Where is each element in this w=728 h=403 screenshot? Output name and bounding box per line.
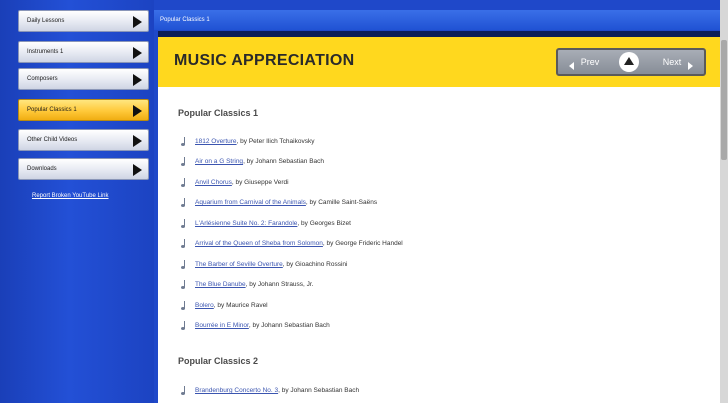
song-link[interactable]: 1812 Overture: [195, 138, 237, 145]
music-note-icon: [181, 157, 189, 166]
music-note-icon: [181, 137, 189, 146]
play-arrow-icon: [133, 74, 142, 86]
list-item: Air on a G String, by Johann Sebastian B…: [181, 157, 324, 166]
list-item: The Barber of Seville Overture, by Gioac…: [181, 260, 347, 269]
list-item: Aquarium from Carnival of the Animals, b…: [181, 198, 377, 207]
music-note-icon: [181, 219, 189, 228]
play-arrow-icon: [133, 16, 142, 28]
list-item: L'Arlésienne Suite No. 2: Farandole, by …: [181, 219, 351, 228]
sidebar-button-daily-lessons[interactable]: Daily Lessons: [18, 10, 149, 32]
scrollbar-thumb[interactable]: [721, 40, 727, 160]
music-note-icon: [181, 260, 189, 269]
song-link[interactable]: Aquarium from Carnival of the Animals: [195, 199, 306, 206]
music-note-icon: [181, 386, 189, 395]
song-composer: , by Maurice Ravel: [213, 302, 268, 310]
song-link[interactable]: L'Arlésienne Suite No. 2: Farandole: [195, 220, 297, 227]
list-item: Arrival of the Queen of Sheba from Solom…: [181, 239, 403, 248]
sidebar-button-label: Downloads: [27, 166, 57, 172]
music-note-icon: [181, 280, 189, 289]
music-note-icon: [181, 239, 189, 248]
play-arrow-icon: [133, 47, 142, 59]
song-composer: , by Johann Sebastian Bach: [278, 387, 360, 395]
content-area: MUSIC APPRECIATION Prev Next Popular Cla…: [158, 37, 720, 403]
song-link[interactable]: The Barber of Seville Overture: [195, 261, 283, 268]
song-link[interactable]: Bolero: [195, 302, 214, 309]
window-title-bar: Popular Classics 1: [154, 10, 720, 30]
song-composer: , by Peter Ilich Tchaikovsky: [236, 138, 315, 146]
sidebar-button-downloads[interactable]: Downloads: [18, 158, 149, 180]
song-composer: , by Johann Sebastian Bach: [248, 322, 330, 330]
sidebar-button-label: Popular Classics 1: [27, 107, 77, 113]
sidebar-button-popular-classics[interactable]: Popular Classics 1: [18, 99, 149, 121]
song-composer: , by Johann Sebastian Bach: [243, 158, 325, 166]
song-composer: , by Johann Strauss, Jr.: [245, 281, 314, 289]
header-banner: MUSIC APPRECIATION Prev Next: [158, 37, 720, 87]
sidebar-button-label: Composers: [27, 76, 58, 82]
list-item: Anvil Chorus, by Giuseppe Verdi: [181, 178, 289, 187]
song-composer: , by George Frideric Handel: [322, 240, 403, 248]
sidebar-button-instruments[interactable]: Instruments 1: [18, 41, 149, 63]
song-composer: , by Georges Bizet: [297, 220, 351, 228]
report-broken-link[interactable]: Report Broken YouTube Link: [32, 193, 109, 199]
window-title: Popular Classics 1: [160, 17, 210, 23]
music-note-icon: [181, 178, 189, 187]
song-link[interactable]: The Blue Danube: [195, 281, 246, 288]
sidebar: Daily Lessons Instruments 1 Composers Po…: [0, 0, 154, 403]
song-composer: , by Camille Saint-Saëns: [305, 199, 378, 207]
arrow-right-icon: [688, 62, 693, 70]
prev-button[interactable]: Prev: [562, 53, 618, 71]
sidebar-button-label: Instruments 1: [27, 49, 64, 55]
music-note-icon: [181, 301, 189, 310]
song-link[interactable]: Air on a G String: [195, 158, 243, 165]
section-title: Popular Classics 2: [178, 356, 259, 366]
pager: Prev Next: [556, 48, 706, 76]
sidebar-button-label: Daily Lessons: [27, 18, 65, 24]
song-link[interactable]: Bourrée in E Minor: [195, 322, 249, 329]
play-arrow-icon: [133, 164, 142, 176]
section-title: Popular Classics 1: [178, 108, 259, 118]
song-link[interactable]: Arrival of the Queen of Sheba from Solom…: [195, 240, 323, 247]
list-item: The Blue Danube, by Johann Strauss, Jr.: [181, 280, 314, 289]
list-item: 1812 Overture, by Peter Ilich Tchaikovsk…: [181, 137, 314, 146]
sidebar-button-composers[interactable]: Composers: [18, 68, 149, 90]
prev-label: Prev: [580, 57, 600, 67]
music-note-icon: [181, 198, 189, 207]
play-arrow-icon: [133, 105, 142, 117]
up-arrow-icon[interactable]: [619, 52, 639, 72]
next-button[interactable]: Next: [644, 53, 700, 71]
song-link[interactable]: Anvil Chorus: [195, 179, 232, 186]
list-item: Bolero, by Maurice Ravel: [181, 301, 268, 310]
list-item: Bourrée in E Minor, by Johann Sebastian …: [181, 321, 330, 330]
page-title: MUSIC APPRECIATION: [174, 52, 355, 69]
next-label: Next: [662, 57, 682, 67]
list-item: Brandenburg Concerto No. 3, by Johann Se…: [181, 386, 359, 395]
play-arrow-icon: [133, 135, 142, 147]
song-composer: , by Giuseppe Verdi: [231, 179, 289, 187]
music-note-icon: [181, 321, 189, 330]
song-link[interactable]: Brandenburg Concerto No. 3: [195, 387, 278, 394]
sidebar-button-label: Other Child Videos: [27, 137, 78, 143]
arrow-left-icon: [569, 62, 574, 70]
song-composer: , by Gioachino Rossini: [282, 261, 348, 269]
main-frame: Popular Classics 1 MUSIC APPRECIATION Pr…: [154, 0, 728, 403]
sidebar-button-other-child-videos[interactable]: Other Child Videos: [18, 129, 149, 151]
scrollbar[interactable]: [720, 0, 728, 403]
